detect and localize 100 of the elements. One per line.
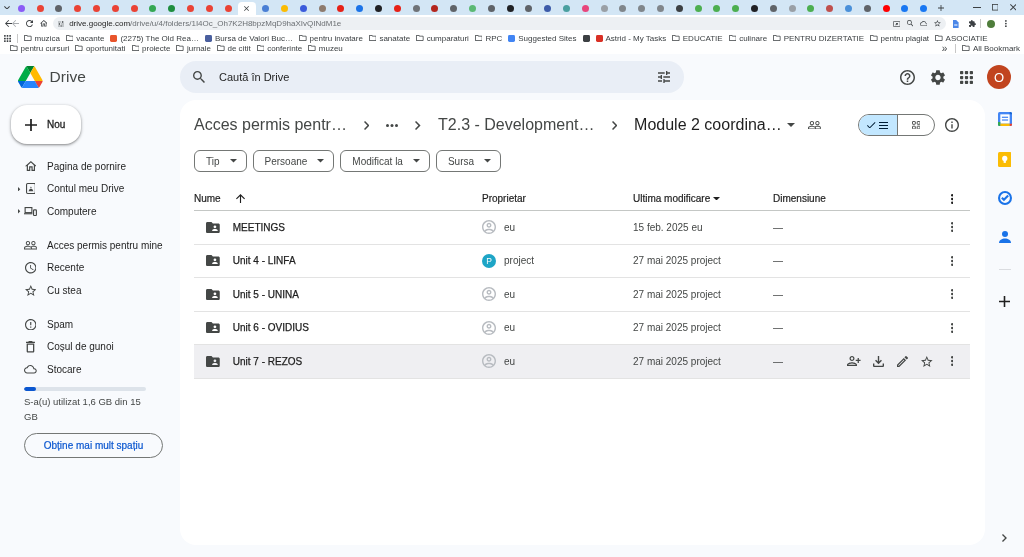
expand-arrow-icon[interactable] bbox=[18, 186, 21, 191]
more-icon[interactable] bbox=[950, 222, 954, 233]
table-row[interactable]: Unit 5 - UNINA eu 27 mai 2025 project — bbox=[194, 278, 970, 312]
checkmark-circle-icon[interactable] bbox=[997, 191, 1012, 205]
account-avatar[interactable]: O bbox=[987, 65, 1011, 89]
people-icon[interactable] bbox=[807, 120, 822, 130]
all-bookmarks-button[interactable]: All Bookmark bbox=[962, 43, 1020, 53]
bookmark[interactable]: pentru invatare bbox=[299, 33, 363, 43]
table-row[interactable]: MEETINGS eu 15 feb. 2025 eu — bbox=[194, 211, 970, 245]
sidebar-item[interactable]: Cu stea bbox=[12, 279, 170, 302]
current-folder-button[interactable]: Module 2 coordina… bbox=[634, 116, 795, 134]
bookmark[interactable]: EDUCATIE bbox=[672, 33, 723, 43]
more-icon[interactable] bbox=[950, 289, 954, 300]
bookmark[interactable]: Suggested Sites bbox=[508, 33, 577, 43]
sidebar-item[interactable]: Recente bbox=[12, 256, 170, 279]
bookmark[interactable]: muzica bbox=[24, 33, 60, 43]
chevron-right-icon[interactable] bbox=[1002, 534, 1007, 542]
apps-grid-icon[interactable] bbox=[4, 34, 11, 42]
settings-icon[interactable] bbox=[931, 69, 945, 85]
bookmark[interactable]: Bursa de Valori Buc… bbox=[204, 33, 294, 43]
expand-arrow-icon[interactable] bbox=[18, 209, 21, 214]
puzzle-icon[interactable] bbox=[968, 20, 976, 27]
bookmark[interactable]: PENTRU DIZERTATIE bbox=[773, 33, 865, 43]
sidebar-item[interactable]: Contul meu Drive bbox=[12, 177, 170, 200]
more-icon[interactable] bbox=[950, 193, 954, 204]
more-icon[interactable] bbox=[950, 255, 954, 266]
zoom-icon[interactable] bbox=[906, 20, 914, 27]
sidebar-item[interactable]: Coșul de gunoi bbox=[12, 335, 170, 358]
add-person-icon[interactable] bbox=[846, 356, 861, 367]
search-input[interactable]: Caută în Drive bbox=[219, 70, 658, 84]
more-icon[interactable] bbox=[950, 322, 954, 333]
storage-usage-text: S-a(u) utilizat 1,6 GB din 15 GB bbox=[24, 395, 142, 424]
home-icon[interactable] bbox=[39, 20, 48, 27]
apps-grid-icon[interactable] bbox=[960, 70, 973, 84]
list-view-button[interactable] bbox=[859, 115, 897, 135]
site-info-icon[interactable] bbox=[58, 20, 65, 27]
search-icon[interactable] bbox=[193, 71, 205, 83]
profile-avatar[interactable] bbox=[987, 19, 996, 28]
bookmarks-overflow-button[interactable]: » bbox=[941, 43, 948, 53]
sidebar-item[interactable]: Acces permis pentru mine bbox=[12, 234, 170, 257]
bookmark[interactable]: ASOCIATIE bbox=[935, 33, 988, 43]
bookmark[interactable]: vacante bbox=[65, 33, 105, 43]
breadcrumb-item[interactable]: Acces permis pentr… bbox=[194, 116, 347, 134]
download-icon[interactable] bbox=[873, 355, 885, 367]
reload-icon[interactable] bbox=[25, 20, 33, 27]
folder-icon bbox=[176, 45, 184, 51]
minimize-icon[interactable] bbox=[973, 7, 982, 8]
bookmark[interactable]: RPC bbox=[474, 33, 503, 43]
window-icon[interactable] bbox=[892, 20, 901, 27]
star-icon[interactable] bbox=[933, 20, 941, 27]
bookmark[interactable]: sanatate bbox=[368, 33, 411, 43]
maximize-icon[interactable] bbox=[991, 4, 999, 11]
search-bar[interactable]: Caută în Drive bbox=[180, 61, 684, 93]
help-icon[interactable] bbox=[900, 69, 916, 85]
bookmark[interactable]: pentru cursuri bbox=[10, 43, 70, 53]
breadcrumb-item[interactable]: T2.3 - Development… bbox=[438, 116, 595, 134]
sidebar-item[interactable]: Pagina de pornire bbox=[12, 155, 170, 178]
filter-dropdown[interactable]: Tip bbox=[194, 150, 247, 172]
column-header[interactable]: Dimensiune bbox=[773, 193, 826, 204]
bookmark[interactable]: (2275) The Old Rea… bbox=[110, 33, 199, 43]
bookmark[interactable]: cumparaturi bbox=[416, 33, 469, 43]
sidebar-item[interactable]: Spam bbox=[12, 313, 170, 336]
chevron-down-icon[interactable] bbox=[4, 5, 10, 10]
plus-icon[interactable] bbox=[999, 295, 1010, 307]
column-header[interactable]: Ultima modificare bbox=[633, 193, 721, 204]
star-icon[interactable] bbox=[921, 355, 933, 367]
tune-icon[interactable] bbox=[658, 71, 670, 83]
bookmark[interactable]: Astrid - My Tasks bbox=[595, 33, 667, 43]
table-row[interactable]: Unit 7 - REZOS eu 27 mai 2025 project — bbox=[194, 345, 970, 379]
arrow-up-icon[interactable] bbox=[235, 194, 245, 203]
calendar-icon[interactable] bbox=[997, 112, 1012, 126]
more-icon[interactable] bbox=[950, 356, 954, 367]
column-header[interactable]: Nume bbox=[194, 193, 221, 204]
bookmark[interactable]: muzeu bbox=[308, 43, 343, 53]
bookmark[interactable]: oportunitati bbox=[75, 43, 126, 53]
bookmark[interactable]: de citit bbox=[217, 43, 251, 53]
new-button[interactable]: Nou bbox=[11, 105, 81, 144]
info-icon[interactable] bbox=[945, 118, 959, 132]
filter-dropdown[interactable]: Persoane bbox=[252, 150, 335, 172]
table-row[interactable]: Unit 4 - LINFA P project 27 mai 2025 project — bbox=[194, 244, 970, 278]
sidebar-item[interactable]: Stocare bbox=[12, 358, 170, 381]
close-icon[interactable] bbox=[244, 6, 250, 11]
back-arrow-icon[interactable] bbox=[4, 20, 12, 27]
filter-dropdown[interactable]: Modificat la bbox=[340, 150, 430, 172]
cloud-icon[interactable] bbox=[919, 21, 928, 26]
bookmark[interactable]: conferinte bbox=[256, 43, 303, 53]
bookmark[interactable]: culinare bbox=[728, 33, 768, 43]
person-icon[interactable] bbox=[998, 231, 1011, 243]
bookmark[interactable]: pentru plagiat bbox=[870, 33, 930, 43]
more-icon[interactable] bbox=[386, 123, 399, 127]
close-icon[interactable] bbox=[1009, 4, 1017, 11]
filter-dropdown[interactable]: Sursa bbox=[435, 150, 502, 172]
bookmark[interactable]: jurnale bbox=[176, 43, 211, 53]
address-bar[interactable]: drive.google.com/drive/u/4/folders/1I4Oc_Oh7K2H8bpzMqD9haXIvQINdM1e bbox=[53, 17, 947, 30]
column-header[interactable]: Proprietar bbox=[482, 193, 526, 204]
sidebar-item[interactable]: Computere bbox=[12, 200, 170, 223]
pencil-icon[interactable] bbox=[897, 355, 909, 367]
bookmark[interactable]: proiecte bbox=[131, 43, 171, 53]
favicon-icon[interactable] bbox=[582, 34, 590, 42]
document-icon[interactable] bbox=[953, 19, 959, 28]
